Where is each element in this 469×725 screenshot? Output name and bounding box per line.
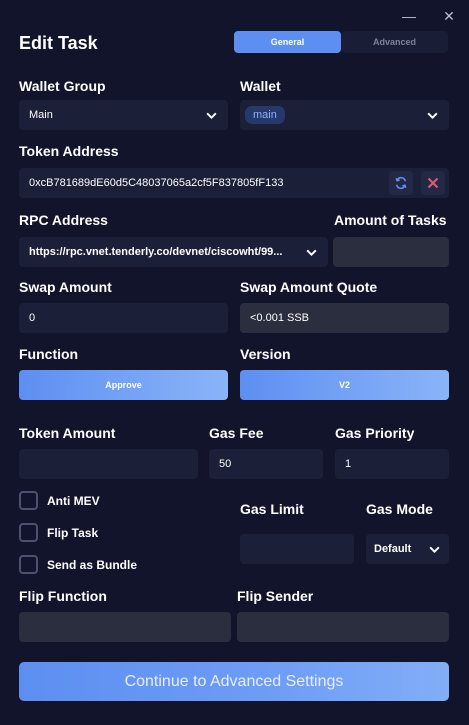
rpc-address-label: RPC Address: [19, 212, 108, 228]
send-as-bundle-checkbox[interactable]: Send as Bundle: [19, 555, 137, 574]
swap-amount-quote-label: Swap Amount Quote: [240, 279, 378, 295]
tab-general[interactable]: General: [234, 31, 341, 53]
gas-priority-input[interactable]: 1: [335, 449, 449, 479]
refresh-icon: [395, 176, 407, 190]
swap-amount-input[interactable]: 0: [19, 303, 228, 333]
flip-task-label: Flip Task: [47, 525, 99, 540]
tab-advanced[interactable]: Advanced: [341, 31, 448, 53]
flip-task-checkbox[interactable]: Flip Task: [19, 523, 98, 542]
function-button[interactable]: Approve: [19, 370, 228, 400]
wallet-label: Wallet: [240, 78, 281, 94]
wallet-group-select[interactable]: Main: [19, 100, 228, 130]
flip-function-label: Flip Function: [19, 588, 107, 604]
gas-mode-select[interactable]: Default: [366, 534, 449, 564]
anti-mev-label: Anti MEV: [47, 493, 100, 508]
wallet-select[interactable]: main: [240, 100, 449, 130]
close-icon[interactable]: ✕: [442, 9, 456, 23]
chevron-down-icon: [304, 245, 318, 259]
swap-amount-quote-field: <0.001 SSB: [240, 303, 449, 333]
gas-fee-label: Gas Fee: [209, 425, 264, 441]
wallet-group-label: Wallet Group: [19, 78, 106, 94]
rpc-address-select[interactable]: https://rpc.vnet.tenderly.co/devnet/cisc…: [19, 237, 328, 267]
checkbox-box[interactable]: [19, 491, 38, 510]
x-icon: [427, 177, 439, 189]
version-button[interactable]: V2: [240, 370, 449, 400]
chevron-down-icon: [425, 108, 439, 122]
function-label: Function: [19, 346, 79, 362]
clear-button[interactable]: [421, 171, 445, 195]
refresh-button[interactable]: [389, 171, 413, 195]
version-label: Version: [240, 346, 291, 362]
gas-mode-value: Default: [374, 543, 412, 555]
checkbox-box[interactable]: [19, 555, 38, 574]
wallet-group-value: Main: [29, 109, 53, 121]
rpc-address-value: https://rpc.vnet.tenderly.co/devnet/cisc…: [29, 246, 283, 258]
amount-of-tasks-input[interactable]: [333, 237, 449, 267]
token-amount-label: Token Amount: [19, 425, 116, 441]
gas-limit-label: Gas Limit: [240, 501, 304, 517]
wallet-chip: main: [245, 106, 285, 124]
send-as-bundle-label: Send as Bundle: [47, 557, 138, 572]
gas-limit-input[interactable]: [240, 534, 354, 564]
flip-sender-input[interactable]: [237, 612, 449, 642]
anti-mev-checkbox[interactable]: Anti MEV: [19, 491, 100, 510]
amount-of-tasks-label: Amount of Tasks: [334, 212, 447, 228]
gas-fee-input[interactable]: 50: [209, 449, 323, 479]
gas-mode-label: Gas Mode: [366, 501, 433, 517]
minimize-icon[interactable]: —: [402, 9, 416, 23]
token-address-label: Token Address: [19, 143, 119, 159]
checkbox-box[interactable]: [19, 523, 38, 542]
flip-function-input[interactable]: [19, 612, 231, 642]
flip-sender-label: Flip Sender: [237, 588, 314, 604]
chevron-down-icon: [427, 542, 441, 556]
token-amount-input[interactable]: [19, 449, 198, 479]
continue-button[interactable]: Continue to Advanced Settings: [19, 662, 449, 701]
swap-amount-label: Swap Amount: [19, 279, 112, 295]
gas-priority-label: Gas Priority: [335, 425, 415, 441]
token-address-input[interactable]: 0xcB781689dE60d5C48037065a2cf5F837805fF1…: [19, 168, 449, 198]
page-title: Edit Task: [19, 33, 98, 53]
chevron-down-icon: [204, 108, 218, 122]
token-address-value: 0xcB781689dE60d5C48037065a2cf5F837805fF1…: [29, 177, 284, 189]
